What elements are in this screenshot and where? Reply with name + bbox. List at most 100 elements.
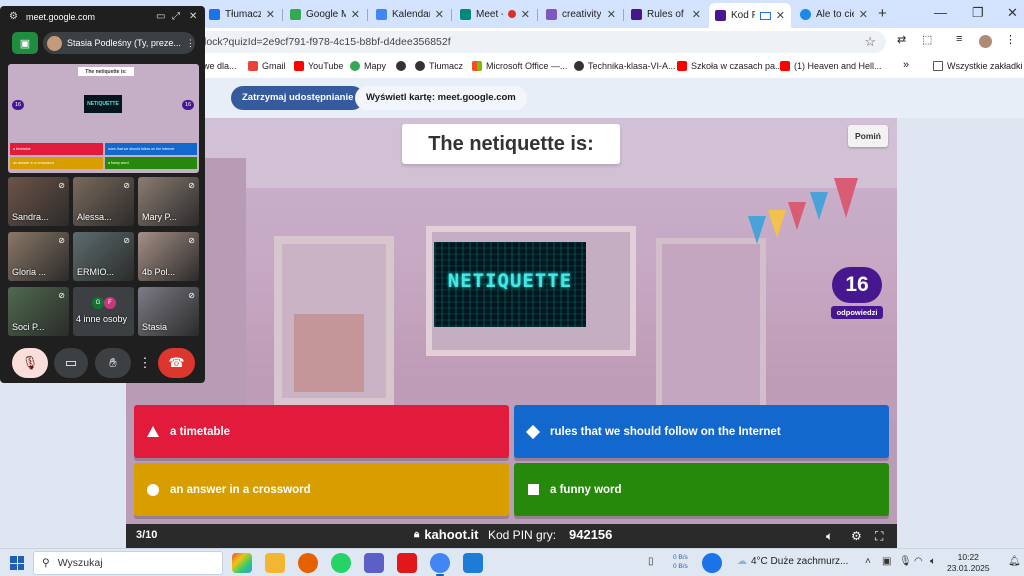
participant-tile[interactable]: ⊘ Soci P... <box>8 287 69 336</box>
kahoot-question-stage: The netiquette is: Pomiń NETIQUETTE 16 o… <box>126 118 897 524</box>
video-camera-icon: ▭ <box>64 355 78 370</box>
file-explorer-icon[interactable] <box>265 553 285 573</box>
tab-label: Tłumacz G <box>225 8 261 20</box>
site-settings-icon[interactable]: ⚙ <box>9 11 18 22</box>
answer-option-red[interactable]: a timetable <box>134 405 509 458</box>
new-tab-plus-icon[interactable]: + <box>878 5 887 22</box>
photos-app-icon[interactable] <box>463 553 483 573</box>
answer-text: an answer in a crossword <box>170 483 311 496</box>
close-tab-icon[interactable]: ✕ <box>266 8 275 21</box>
game-pin-label: Kod PIN gry: <box>488 528 557 542</box>
close-tab-icon[interactable]: ✕ <box>859 8 868 21</box>
chrome-menu-icon[interactable]: ⋮ <box>1005 33 1018 46</box>
tab-ale-to-cie[interactable]: Ale to cie ✕ <box>794 4 874 24</box>
phone-link-icon[interactable]: ▯ <box>648 556 654 567</box>
camera-icon[interactable]: ▭ <box>156 11 165 22</box>
camera-button[interactable]: ▭ <box>54 348 88 378</box>
more-options-button[interactable]: ⋮ <box>137 348 153 378</box>
participant-tile[interactable]: ⊘ 4b Pol... <box>138 232 199 281</box>
all-bookmarks[interactable]: Wszystkie zakładki <box>933 61 1023 71</box>
address-bar[interactable]: lock?quizId=2e9cf791-f978-4c15-b8bf-d4de… <box>196 31 886 53</box>
presenting-icon[interactable]: ▣ <box>12 32 38 54</box>
close-window-icon[interactable]: ✕ <box>1007 5 1018 21</box>
bookmark-item[interactable]: we dla... <box>203 61 237 71</box>
settings-gear-icon[interactable]: ⚙ <box>851 529 862 543</box>
raise-hand-button[interactable]: ✋︎ <box>95 348 131 378</box>
presenter-name: Stasia Podleśny (Ty, preze... <box>67 38 181 48</box>
show-meet-tab-button[interactable]: Wyświetl kartę: meet.google.com <box>355 86 527 110</box>
minimize-window-icon[interactable]: — <box>934 5 947 20</box>
fullscreen-icon[interactable]: ⛶ <box>875 529 883 544</box>
back-to-tab-icon[interactable]: ⤢ <box>172 11 180 22</box>
widgets-app-icon[interactable] <box>232 553 252 573</box>
tab-kod-pin-active[interactable]: Kod PI ✕ <box>709 3 791 28</box>
participant-tile[interactable]: ⊘ Mary P... <box>138 177 199 226</box>
close-tab-icon[interactable]: ✕ <box>351 8 360 21</box>
notifications-bell-icon[interactable]: 🔔︎ <box>1008 556 1021 567</box>
weather-widget[interactable]: ☁ 4°C Duże zachmurz... <box>737 556 848 567</box>
skip-button[interactable]: Pomiń <box>848 125 888 147</box>
participant-name: Alessa... <box>77 212 112 222</box>
close-tab-icon[interactable]: ✕ <box>776 9 785 22</box>
extensions-icon[interactable]: ⬚ <box>922 33 935 46</box>
answer-option-yellow[interactable]: an answer in a crossword <box>134 463 509 516</box>
presenter-chip[interactable]: Stasia Podleśny (Ty, preze... ⋮ <box>43 32 195 54</box>
whatsapp-icon[interactable] <box>331 553 351 573</box>
bookmark-globe[interactable] <box>396 61 406 71</box>
close-pip-icon[interactable]: ✕ <box>189 11 197 22</box>
bookmark-office[interactable]: Microsoft Office —... <box>472 61 567 71</box>
close-tab-icon[interactable]: ✕ <box>692 8 701 21</box>
answer-option-blue[interactable]: rules that we should follow on the Inter… <box>514 405 889 458</box>
bookmark-heaven[interactable]: (1) Heaven and Hell... <box>780 61 882 71</box>
stop-sharing-button[interactable]: Zatrzymaj udostępnianie <box>231 86 365 110</box>
volume-icon[interactable]: 🔈︎ <box>826 529 833 544</box>
tab-creativity[interactable]: creativity ✕ <box>540 4 622 24</box>
leave-call-button[interactable]: ☎︎ <box>158 348 195 378</box>
more-bookmarks-chevron-icon[interactable]: » <box>903 59 909 71</box>
taskbar-search[interactable]: ⚲ Wyszukaj <box>33 551 223 575</box>
media-controls-icon[interactable]: ≡ <box>956 33 969 46</box>
more-options-icon[interactable]: ⋮ <box>186 38 195 49</box>
restore-window-icon[interactable]: ❐ <box>972 5 984 21</box>
wifi-icon[interactable]: ◠ <box>914 556 923 567</box>
participant-tile[interactable]: ⊘ Gloria ... <box>8 232 69 281</box>
participant-tile[interactable]: ⊘ Sandra... <box>8 177 69 226</box>
bookmark-maps[interactable]: Mapy <box>350 61 386 71</box>
tray-camera-icon[interactable]: ▣ <box>882 556 891 567</box>
microphone-off-button[interactable]: 🎙︎ <box>12 348 48 378</box>
close-tab-icon[interactable]: ✕ <box>607 8 616 21</box>
other-participants-tile[interactable]: G F 4 inne osoby <box>73 287 134 336</box>
speaker-icon[interactable]: 🔈︎ <box>930 556 936 567</box>
diamond-icon <box>525 424 541 439</box>
progress-circle-icon[interactable] <box>702 553 722 573</box>
tab-google-maps[interactable]: Google M ✕ <box>284 4 366 24</box>
tab-tlumacz[interactable]: Tłumacz G ✕ <box>203 4 281 24</box>
mic-off-icon: ⊘ <box>188 291 195 300</box>
system-clock[interactable]: 10:22 23.01.2025 <box>947 552 990 574</box>
bookmark-youtube[interactable]: YouTube <box>294 61 343 71</box>
teams-icon[interactable] <box>364 553 384 573</box>
bookmark-technika[interactable]: Technika-klasa-VI-A... <box>574 61 676 71</box>
bookmark-tlumacz[interactable]: Tłumacz <box>415 61 463 71</box>
close-tab-icon[interactable]: ✕ <box>435 8 444 21</box>
avatar <box>47 35 62 51</box>
start-button[interactable] <box>10 556 24 570</box>
answer-option-green[interactable]: a funny word <box>514 463 889 516</box>
participant-tile[interactable]: ⊘ Stasia <box>138 287 199 336</box>
tab-rules-of[interactable]: Rules of ✕ <box>625 4 707 24</box>
translate-page-icon[interactable]: ⇄ <box>897 33 910 46</box>
bookmark-gmail[interactable]: Gmail <box>248 61 286 71</box>
bookmark-star-icon[interactable]: ☆ <box>864 31 876 53</box>
tray-microphone-icon[interactable]: 🎙︎ <box>899 556 912 567</box>
participant-tile[interactable]: ⊘ ERMIO... <box>73 232 134 281</box>
close-tab-icon[interactable]: ✕ <box>521 8 530 21</box>
firefox-icon[interactable] <box>298 553 318 573</box>
show-hidden-icons-chevron-icon[interactable]: ˄ <box>865 556 871 567</box>
profile-avatar[interactable] <box>979 35 992 48</box>
tab-kalendarz[interactable]: Kalendarz ✕ <box>370 4 450 24</box>
participant-tile[interactable]: ⊘ Alessa... <box>73 177 134 226</box>
tab-meet[interactable]: Meet - ✕ <box>454 4 536 24</box>
acrobat-icon[interactable] <box>397 553 417 573</box>
chrome-icon[interactable] <box>430 553 450 576</box>
bookmark-szkola[interactable]: Szkoła w czasach pa... <box>677 61 783 71</box>
